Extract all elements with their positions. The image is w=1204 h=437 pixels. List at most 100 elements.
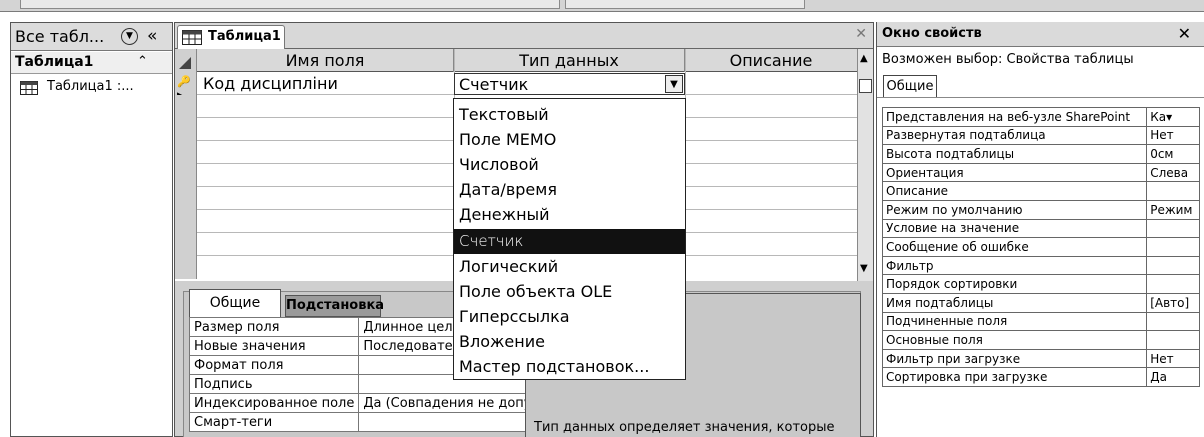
property-value[interactable]: Режим <box>1146 199 1200 220</box>
property-name: Высота подтаблицы <box>881 144 1148 164</box>
property-value[interactable] <box>1146 237 1200 257</box>
property-row[interactable]: Развернутая подтаблица Нет <box>881 125 1200 146</box>
column-header-data-type[interactable]: Тип данных <box>454 49 685 72</box>
property-value[interactable]: Нет <box>1146 348 1200 369</box>
property-value[interactable] <box>1146 330 1200 350</box>
field-grid-header: Имя поля Тип данных Описание <box>175 49 857 72</box>
scrollbar-thumb[interactable] <box>859 79 872 93</box>
ribbon-edge <box>0 0 1204 12</box>
property-row[interactable]: Порядок сортировки <box>881 274 1200 294</box>
property-row[interactable]: Ориентация Слева <box>881 162 1200 183</box>
property-row[interactable]: Основные поля <box>881 330 1200 350</box>
property-value[interactable]: Нет <box>1146 125 1200 146</box>
close-icon[interactable]: ✕ <box>1178 24 1191 43</box>
property-name: Сортировка при загрузке <box>881 367 1148 387</box>
tab-general[interactable]: Общие <box>189 289 281 317</box>
row-selector[interactable] <box>175 187 197 210</box>
chevron-down-icon[interactable]: ▼ <box>665 75 683 93</box>
property-row[interactable]: Представления на веб-узле SharePoint Ка▾ <box>881 107 1200 127</box>
property-value[interactable]: [Авто] <box>1146 292 1200 313</box>
property-name: Размер поля <box>188 317 360 337</box>
navigation-group-header[interactable]: Таблица1 ⌃ <box>11 52 172 74</box>
property-name: Фильтр <box>881 255 1148 276</box>
dropdown-option[interactable]: Денежный <box>454 202 685 227</box>
property-value[interactable]: Слева <box>1146 162 1200 183</box>
property-row[interactable]: Описание <box>881 181 1200 201</box>
dropdown-option[interactable]: Поле MEMO <box>454 127 685 152</box>
property-sheet: Окно свойств ✕ Возможен выбор: Свойства … <box>876 22 1204 437</box>
chevron-up-icon[interactable]: ⌃ <box>137 54 148 69</box>
dropdown-option[interactable]: Гиперссылка <box>454 304 685 329</box>
property-name: Имя подтаблицы <box>881 292 1148 313</box>
property-value[interactable]: 0см <box>1146 144 1200 164</box>
row-selector[interactable] <box>175 164 197 187</box>
selection-type-label: Возможен выбор: Свойства таблицы <box>882 52 1134 67</box>
property-value[interactable] <box>1146 311 1200 332</box>
ribbon-edge-panel <box>565 0 805 9</box>
property-value[interactable] <box>1146 274 1200 294</box>
property-row[interactable]: Фильтр <box>881 255 1200 276</box>
property-name: Развернутая подтаблица <box>881 125 1148 146</box>
row-selector[interactable] <box>175 210 197 233</box>
navigation-pane-header[interactable]: Все табл... ▼ « <box>11 23 172 51</box>
property-name: Подчиненные поля <box>881 311 1148 332</box>
dropdown-option[interactable]: Текстовый <box>454 102 685 127</box>
property-row[interactable]: Условие на значение <box>881 218 1200 239</box>
navigation-pane-title: Все табл... <box>15 27 105 46</box>
property-row[interactable]: Подчиненные поля <box>881 311 1200 332</box>
property-value[interactable]: Ка▾ <box>1146 107 1200 127</box>
dropdown-option[interactable]: Числовой <box>454 152 685 177</box>
property-row[interactable]: Имя подтаблицы [Авто] <box>881 292 1200 313</box>
dropdown-option-selected[interactable]: Счетчик <box>454 229 685 254</box>
column-header-description[interactable]: Описание <box>685 49 857 72</box>
property-value[interactable] <box>1146 218 1200 239</box>
property-row[interactable]: Сортировка при загрузке Да <box>881 367 1200 387</box>
row-selector[interactable] <box>175 141 197 164</box>
row-selector[interactable] <box>175 118 197 141</box>
data-type-dropdown-list[interactable]: Текстовый Поле MEMO Числовой Дата/время … <box>453 98 686 380</box>
help-text: Тип данных определяет значения, которые <box>534 420 835 435</box>
select-all-corner[interactable] <box>175 49 197 72</box>
row-selector[interactable] <box>175 256 197 279</box>
scroll-up-icon[interactable]: ▲ <box>860 53 868 64</box>
dropdown-option[interactable]: Дата/время <box>454 177 685 202</box>
property-name: Представления на веб-узле SharePoint <box>881 107 1148 127</box>
column-header-field-name[interactable]: Имя поля <box>197 49 454 72</box>
collapse-pane-icon[interactable]: « <box>147 26 157 46</box>
dropdown-option[interactable]: Мастер подстановок... <box>454 354 685 379</box>
vertical-scrollbar[interactable]: ▲ ▼ <box>857 49 873 281</box>
property-value[interactable]: Да <box>1146 367 1200 387</box>
property-value[interactable] <box>1146 255 1200 276</box>
property-sheet-header: Окно свойств ✕ <box>877 22 1204 47</box>
property-name: Описание <box>881 181 1148 201</box>
property-row[interactable]: Режим по умолчанию Режим <box>881 199 1200 220</box>
row-selector[interactable]: 🔑▸ <box>175 72 197 101</box>
property-name: Индексированное поле <box>188 393 360 413</box>
field-name-cell[interactable]: Код дисципліни <box>203 74 338 93</box>
dropdown-option[interactable]: Логический <box>454 254 685 279</box>
navigation-item-table[interactable]: Таблица1 :... <box>11 76 172 98</box>
dropdown-option[interactable]: Вложение <box>454 329 685 354</box>
property-name: Формат поля <box>188 355 360 375</box>
property-row[interactable]: Фильтр при загрузке Нет <box>881 348 1200 369</box>
data-type-value: Счетчик <box>459 75 529 94</box>
property-value[interactable] <box>1146 181 1200 201</box>
property-sheet-title: Окно свойств <box>882 26 982 41</box>
row-selector[interactable] <box>175 233 197 256</box>
data-type-combobox[interactable]: Счетчик ▼ <box>454 73 685 95</box>
property-name: Условие на значение <box>881 218 1148 239</box>
row-selector[interactable] <box>175 95 197 118</box>
chevron-down-icon[interactable]: ▼ <box>121 28 138 45</box>
dropdown-option[interactable]: Поле объекта OLE <box>454 279 685 304</box>
close-document-icon[interactable]: ✕ <box>855 26 867 42</box>
property-name: Подпись <box>188 374 360 394</box>
tab-general[interactable]: Общие <box>883 75 937 97</box>
navigation-item-label: Таблица1 :... <box>47 79 134 94</box>
property-row[interactable]: Сообщение об ошибке <box>881 237 1200 257</box>
property-row[interactable]: Высота подтаблицы 0см <box>881 144 1200 164</box>
property-name: Режим по умолчанию <box>881 199 1148 220</box>
tab-lookup[interactable]: Подстановка <box>285 295 384 317</box>
navigation-group-label: Таблица1 <box>15 54 94 70</box>
tab-table1[interactable]: Таблица1 <box>177 25 285 49</box>
scroll-down-icon[interactable]: ▼ <box>860 263 868 274</box>
